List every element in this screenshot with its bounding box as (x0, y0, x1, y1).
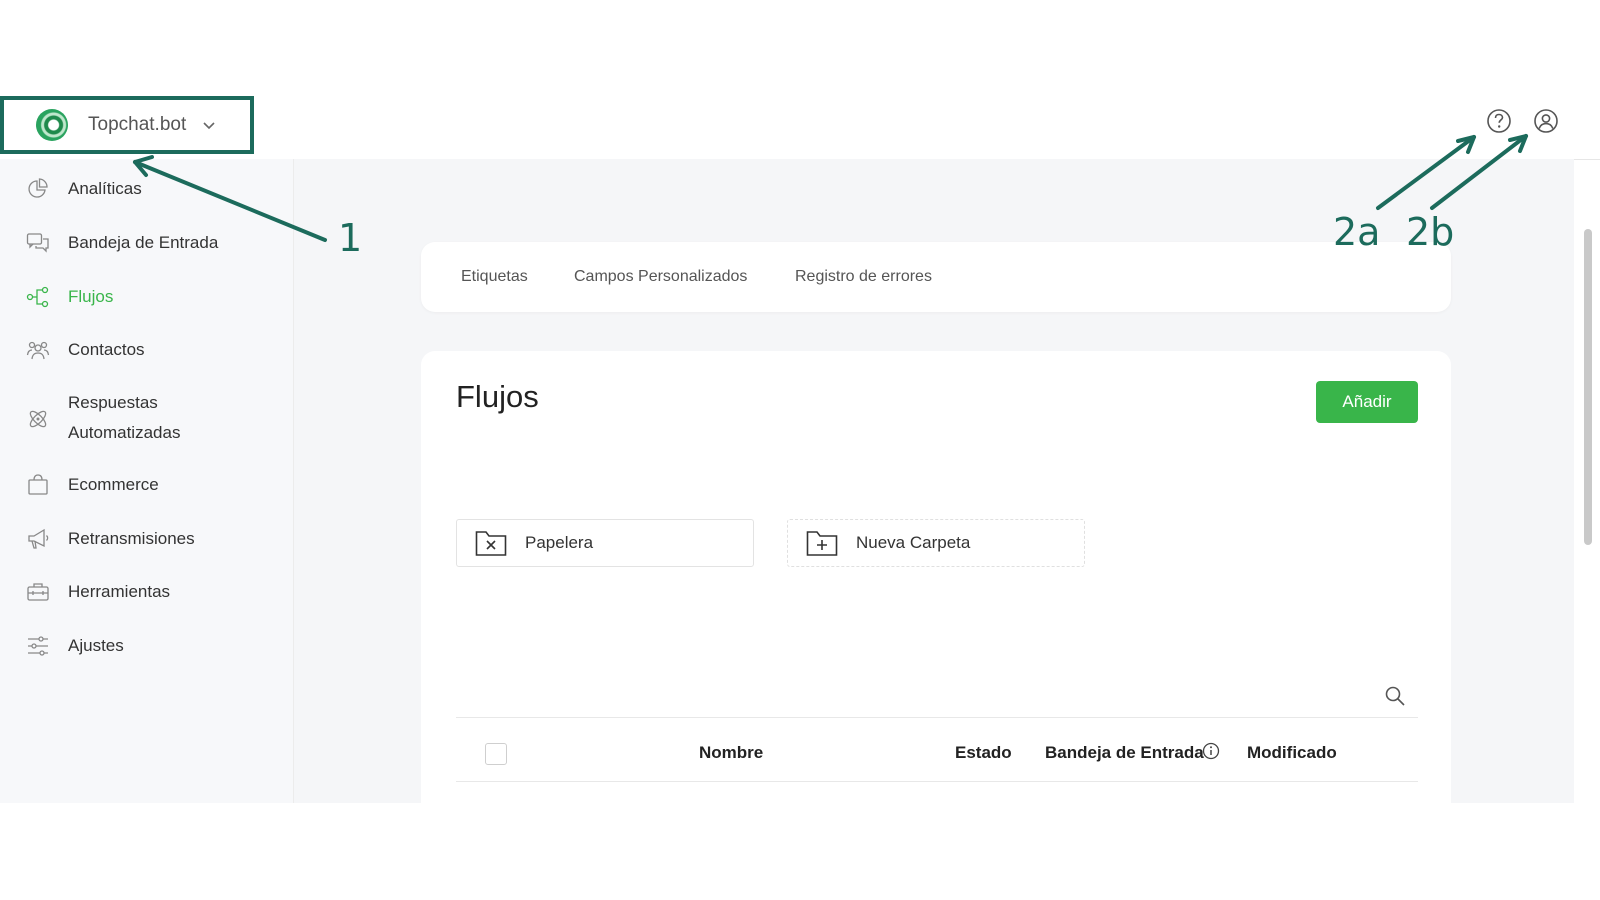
sidebar-item-label-line2: Automatizadas (68, 423, 181, 442)
column-header-bandeja[interactable]: Bandeja de Entrada (1045, 743, 1204, 763)
top-header: Topchat.bot (0, 96, 1600, 160)
folder-label: Papelera (525, 533, 594, 552)
column-header-nombre[interactable]: Nombre (699, 743, 763, 763)
search-icon[interactable] (1384, 685, 1406, 707)
chevron-down-icon (203, 122, 215, 130)
workspace-selector[interactable]: Topchat.bot (0, 96, 254, 154)
sidebar-item-label: Ecommerce (68, 475, 159, 494)
workspace-name: Topchat.bot (88, 114, 187, 135)
annotation-label-2a: 2a (1333, 210, 1381, 254)
sidebar-item-herramientas[interactable]: Herramientas (0, 577, 292, 609)
sidebar-item-label: Respuestas (68, 393, 158, 412)
chat-bubbles-icon (26, 233, 49, 253)
folder-label: Nueva Carpeta (856, 533, 971, 552)
folder-x-icon (475, 531, 507, 556)
sidebar-item-bandeja[interactable]: Bandeja de Entrada (0, 228, 292, 260)
sidebar-item-flujos[interactable]: Flujos (0, 282, 292, 314)
sidebar-item-label: Ajustes (68, 636, 124, 655)
sidebar: Analíticas Bandeja de Entrada Flujos Con… (0, 159, 294, 803)
info-icon[interactable] (1202, 742, 1220, 760)
sidebar-item-ajustes[interactable]: Ajustes (0, 631, 292, 663)
main-content: Etiquetas Campos Personalizados Registro… (294, 159, 1592, 803)
folder-papelera[interactable]: Papelera (456, 519, 754, 567)
tab-registro-errores[interactable]: Registro de errores (795, 242, 932, 312)
sidebar-item-label: Flujos (68, 287, 114, 306)
megaphone-icon (28, 528, 49, 549)
table-divider (456, 717, 1418, 718)
toolbox-icon (27, 583, 49, 601)
shopping-bag-icon (28, 474, 48, 495)
app-window: Topchat.bot Analíticas Bandeja de Entrad… (0, 96, 1600, 803)
sliders-icon (28, 636, 48, 656)
annotation-label-2b: 2b (1406, 210, 1455, 254)
sidebar-item-label: Contactos (68, 340, 145, 359)
flows-panel: Flujos Añadir Papelera Nueva Carpeta Nom… (421, 351, 1451, 803)
table-divider (456, 781, 1418, 782)
help-circle-icon[interactable] (1486, 108, 1512, 134)
sidebar-item-label: Retransmisiones (68, 529, 195, 548)
flow-nodes-icon (26, 286, 49, 308)
page-title: Flujos (456, 379, 539, 414)
user-circle-icon[interactable] (1533, 108, 1559, 134)
sidebar-item-respuestas[interactable]: Respuestas Automatizadas (0, 388, 292, 450)
sidebar-item-ecommerce[interactable]: Ecommerce (0, 470, 292, 502)
sidebar-item-label: Bandeja de Entrada (68, 233, 219, 252)
column-header-modificado[interactable]: Modificado (1247, 743, 1337, 763)
annotation-label-1: 1 (338, 216, 363, 260)
topchat-logo-icon (36, 109, 68, 141)
new-folder-button[interactable]: Nueva Carpeta (787, 519, 1085, 567)
select-all-checkbox[interactable] (485, 743, 507, 765)
sidebar-item-label: Herramientas (68, 582, 171, 601)
sidebar-item-label: Analíticas (68, 179, 142, 198)
people-icon (26, 341, 50, 360)
tab-etiquetas[interactable]: Etiquetas (461, 242, 528, 312)
atom-icon (29, 410, 47, 428)
scrollbar-thumb[interactable] (1584, 229, 1592, 545)
tab-campos-personalizados[interactable]: Campos Personalizados (574, 242, 747, 312)
column-header-estado[interactable]: Estado (955, 743, 1012, 763)
folder-plus-icon (806, 531, 838, 556)
sidebar-item-contactos[interactable]: Contactos (0, 335, 292, 367)
sidebar-item-analiticas[interactable]: Analíticas (0, 174, 292, 206)
add-flow-button[interactable]: Añadir (1316, 381, 1418, 423)
tabs-bar: Etiquetas Campos Personalizados Registro… (421, 242, 1451, 312)
sidebar-item-retransmisiones[interactable]: Retransmisiones (0, 524, 292, 556)
pie-chart-icon (28, 178, 48, 198)
